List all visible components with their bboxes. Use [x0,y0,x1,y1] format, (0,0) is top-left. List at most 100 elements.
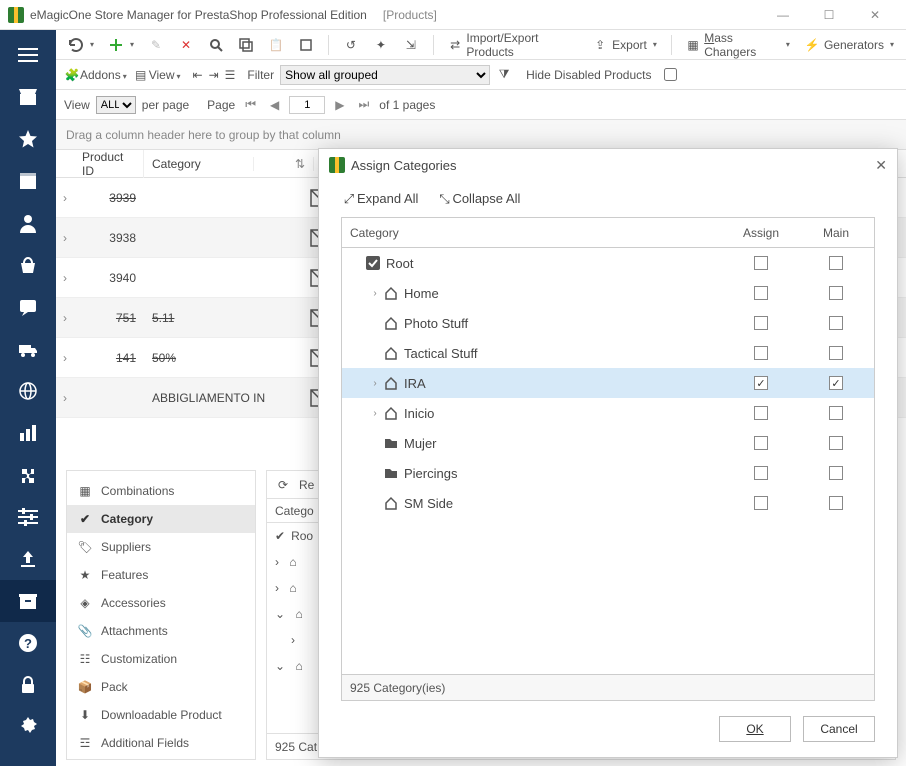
window-close-button[interactable]: ✕ [852,0,898,30]
nav-plugin-icon[interactable] [0,454,56,496]
page-next-button[interactable]: ▶ [331,98,348,112]
nav-box-icon[interactable] [0,160,56,202]
indent-multi-button[interactable]: ☰ [225,68,236,82]
nav-gear-icon[interactable] [0,706,56,748]
nav-user-icon[interactable] [0,202,56,244]
page-first-button[interactable]: ⏮ [241,97,260,112]
main-checkbox[interactable] [829,406,843,420]
nav-store-icon[interactable] [0,76,56,118]
row-expander[interactable]: › [56,191,74,205]
add-button[interactable]: ▾ [104,35,138,55]
row-expander[interactable]: › [56,351,74,365]
expand-all-button[interactable]: ⤢Expand All [341,191,418,207]
page-prev-button[interactable]: ◀ [266,98,283,112]
dialog-category-row[interactable]: Mujer [342,428,874,458]
search-button[interactable] [204,35,228,55]
tab-features[interactable]: ★Features [67,561,255,589]
page-input[interactable] [289,96,325,114]
assign-checkbox[interactable] [754,406,768,420]
tab-customization[interactable]: ☷Customization [67,645,255,673]
group-bar[interactable]: Drag a column header here to group by th… [56,120,906,150]
tool-c-button[interactable]: ⇲ [399,35,423,55]
refresh-button[interactable]: ▾ [64,35,98,55]
assign-checkbox[interactable] [754,316,768,330]
paste-button[interactable]: 📋 [264,35,288,55]
tab-accessories[interactable]: ◈Accessories [67,589,255,617]
dialog-category-row[interactable]: Tactical Stuff [342,338,874,368]
dialog-category-row[interactable]: Root [342,248,874,278]
chevron-icon[interactable]: › [368,288,382,299]
collapse-all-button[interactable]: ⤡Collapse All [436,191,520,207]
nav-lock-icon[interactable] [0,664,56,706]
row-expander[interactable]: › [56,391,74,405]
dialog-category-row[interactable]: Piercings [342,458,874,488]
nav-basket-icon[interactable] [0,244,56,286]
main-checkbox[interactable] [829,346,843,360]
clone-button[interactable] [294,35,318,55]
nav-globe-icon[interactable] [0,370,56,412]
addons-button[interactable]: 🧩Addons▾ [64,67,127,83]
dialog-col-category[interactable]: Category [350,226,716,240]
nav-truck-icon[interactable] [0,328,56,370]
delete-button[interactable]: ✕ [174,35,198,55]
main-checkbox[interactable] [829,436,843,450]
tab-combinations[interactable]: ▦Combinations [67,477,255,505]
row-expander[interactable]: › [56,311,74,325]
per-page-select[interactable]: ALL [96,96,136,114]
edit-button[interactable]: ✎ [144,35,168,55]
filter-clear-button[interactable]: ⧩ [496,67,512,83]
dialog-col-main[interactable]: Main [806,226,866,240]
generators-button[interactable]: ⚡Generators▾ [800,35,898,55]
col-product-id[interactable]: Product ID [74,150,144,178]
tab-suppliers[interactable]: 🏷Suppliers [67,533,255,561]
col-category[interactable]: Category [144,157,254,171]
main-checkbox[interactable] [829,286,843,300]
import-export-button[interactable]: ⇄Import/Export Products [444,29,582,61]
dialog-category-row[interactable]: ›Inicio [342,398,874,428]
assign-checkbox[interactable] [754,256,768,270]
refresh-icon[interactable]: ⟳ [275,477,291,493]
filter-select[interactable]: Show all grouped [280,65,490,85]
dialog-category-row[interactable]: SM Side [342,488,874,518]
ok-button[interactable]: OK [719,716,791,742]
nav-menu-icon[interactable] [0,34,56,76]
cancel-button[interactable]: Cancel [803,716,875,742]
dialog-category-row[interactable]: ›IRA✓✓ [342,368,874,398]
main-checkbox[interactable] [829,496,843,510]
main-checkbox[interactable] [829,256,843,270]
tab-additional[interactable]: ☲Additional Fields [67,729,255,757]
indent-left-button[interactable]: ⇤ [193,68,203,82]
assign-checkbox[interactable] [754,436,768,450]
tool-b-button[interactable]: ✦ [369,35,393,55]
main-checkbox[interactable] [829,466,843,480]
nav-chat-icon[interactable] [0,286,56,328]
tab-category[interactable]: ✔Category [67,505,255,533]
row-expander[interactable]: › [56,271,74,285]
hide-disabled-checkbox[interactable] [664,68,677,81]
mass-changers-button[interactable]: ▦Mass Changers▾ [682,29,794,61]
tab-attachments[interactable]: 📎Attachments [67,617,255,645]
tab-downloadable[interactable]: ⬇Downloadable Product [67,701,255,729]
main-checkbox[interactable]: ✓ [829,376,843,390]
nav-help-icon[interactable]: ? [0,622,56,664]
assign-checkbox[interactable]: ✓ [754,376,768,390]
nav-sliders-icon[interactable] [0,496,56,538]
chevron-icon[interactable]: › [368,408,382,419]
nav-upload-icon[interactable] [0,538,56,580]
export-button[interactable]: ⇪Export▾ [588,35,661,55]
window-maximize-button[interactable]: ☐ [806,0,852,30]
window-minimize-button[interactable]: — [760,0,806,30]
nav-chart-icon[interactable] [0,412,56,454]
assign-checkbox[interactable] [754,466,768,480]
view-button[interactable]: ▤View▾ [133,67,181,83]
nav-archive-icon[interactable] [0,580,56,622]
dialog-category-row[interactable]: Photo Stuff [342,308,874,338]
nav-star-icon[interactable] [0,118,56,160]
page-last-button[interactable]: ⏭ [354,97,373,112]
dialog-col-assign[interactable]: Assign [716,226,806,240]
dialog-close-button[interactable]: ✕ [875,157,887,174]
chevron-icon[interactable]: › [368,378,382,389]
assign-checkbox[interactable] [754,346,768,360]
dialog-category-row[interactable]: ›Home [342,278,874,308]
tool-a-button[interactable]: ↺ [339,35,363,55]
